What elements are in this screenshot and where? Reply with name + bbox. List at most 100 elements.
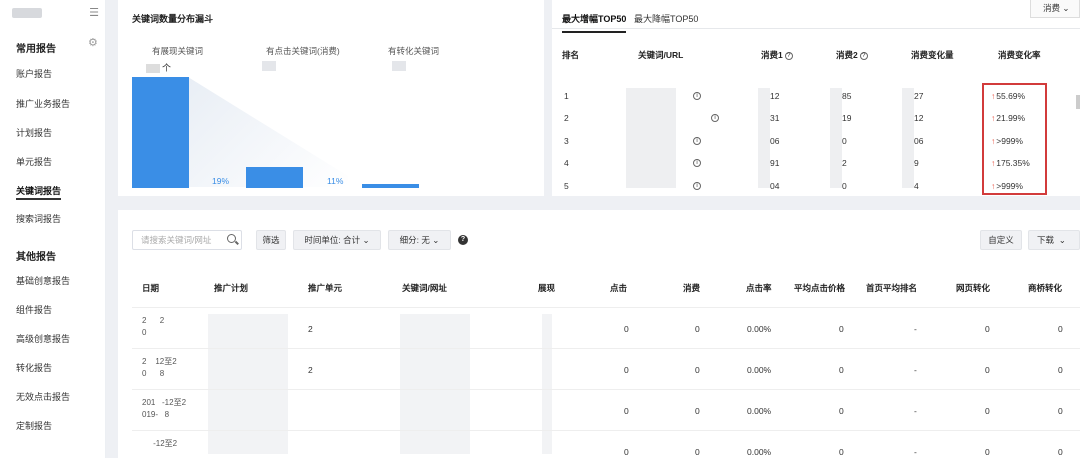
th-cost1: 消费1? — [761, 49, 793, 61]
sidebar-item-component[interactable]: 组件报告 — [16, 303, 52, 316]
web-conversion-cell: 0 — [985, 447, 990, 457]
click-cell: 0 — [624, 324, 629, 334]
sidebar: ☰ 常用报告 ⚙ 账户报告 推广业务报告 计划报告 单元报告 关键词报告 搜索词… — [0, 0, 106, 458]
table-row[interactable]: 2 12至2 0 8 2 0 0 0.00% 0 - 0 0 — [132, 349, 1080, 390]
sidebar-item-conversion[interactable]: 转化报告 — [16, 361, 52, 374]
filter-button[interactable]: 筛选 — [256, 230, 286, 250]
cost-cell: 0 — [695, 365, 700, 375]
breakdown-select[interactable]: 细分: 无 ⌄ — [388, 230, 451, 250]
sidebar-item-custom[interactable]: 定制报告 — [16, 419, 52, 432]
th-keyword: 关键词/网址 — [402, 283, 447, 293]
sidebar-item-unit[interactable]: 单元报告 — [16, 155, 52, 168]
table-row[interactable]: 2 2 0 2 0 0 0.00% 0 - 0 0 — [132, 308, 1080, 349]
info-icon[interactable]: i — [691, 90, 701, 100]
sidebar-item-invalid-click[interactable]: 无效点击报告 — [16, 390, 70, 403]
delta-cell: 12 — [914, 113, 924, 123]
funnel-bar-impression — [132, 77, 189, 188]
delta-cell: 27 — [914, 91, 924, 101]
funnel-pct-click: 19% — [212, 176, 230, 186]
logo — [12, 8, 42, 18]
scrollbar[interactable] — [1076, 95, 1080, 109]
rank-cell: 4 — [564, 158, 569, 168]
th-rank: 排名 — [562, 50, 580, 60]
top50-panel: 最大增幅TOP50 最大降幅TOP50 消费 ⌄ 排名 关键词/URL 消费1?… — [552, 0, 1080, 196]
info-icon[interactable]: i — [691, 157, 701, 167]
rank-cell: 1 — [564, 91, 569, 101]
cost-cell: 0 — [695, 324, 700, 334]
sidebar-item-plan[interactable]: 计划报告 — [16, 126, 52, 139]
cost2-cell: 85 — [842, 91, 852, 101]
search-icon[interactable] — [227, 234, 236, 243]
sidebar-item-search-term[interactable]: 搜索词报告 — [16, 212, 61, 225]
download-button[interactable]: 下载 ⌄ — [1028, 230, 1080, 250]
info-icon[interactable]: ? — [859, 51, 868, 60]
ctr-cell: 0.00% — [747, 406, 772, 416]
th-cost-delta: 消费变化量 — [911, 50, 954, 60]
table-row[interactable]: 201 -12至2 019- 8 0 0 0.00% 0 - 0 0 — [132, 390, 1080, 431]
funnel-label-impression: 有展现关键词 — [152, 46, 204, 56]
metric-select[interactable]: 消费 ⌄ — [1030, 0, 1080, 18]
custom-columns-button[interactable]: 自定义 — [980, 230, 1022, 250]
click-cell: 0 — [624, 406, 629, 416]
ctr-cell: 0.00% — [747, 365, 772, 375]
th-avg-cpc: 平均点击价格 — [794, 283, 846, 293]
sidebar-item-keyword[interactable]: 关键词报告 — [16, 184, 62, 200]
tab-top-decrease[interactable]: 最大降幅TOP50 — [634, 12, 698, 25]
cost-cell: 0 — [695, 406, 700, 416]
table-header: 日期 推广计划 推广单元 关键词/网址 展现 点击 消费 点击率 平均点击价格 … — [132, 264, 1080, 308]
info-icon[interactable]: ? — [784, 51, 793, 60]
cost2-cell: 0 — [842, 136, 847, 146]
info-icon[interactable]: i — [691, 135, 701, 145]
funnel-label-conversion: 有转化关键词 — [388, 46, 440, 56]
delta-cell: 9 — [914, 158, 919, 168]
unit-cell: 2 — [308, 365, 313, 375]
funnel-bar-conversion — [362, 184, 419, 188]
funnel-count-conversion-redacted — [392, 61, 406, 71]
bridge-conversion-cell: 0 — [1058, 406, 1063, 416]
time-unit-select[interactable]: 时间单位: 合计 ⌄ — [293, 230, 381, 250]
tab-top-increase[interactable]: 最大增幅TOP50 — [562, 12, 627, 33]
th-impressions: 展现 — [538, 283, 556, 293]
cpc-cell: 0 — [839, 324, 844, 334]
collapse-menu-icon[interactable]: ☰ — [88, 7, 100, 19]
cost2-redacted — [830, 88, 842, 188]
bridge-conversion-cell: 0 — [1058, 365, 1063, 375]
section-common-reports: 常用报告 — [16, 44, 56, 55]
cpc-cell: 0 — [839, 406, 844, 416]
sidebar-item-basic-creative[interactable]: 基础创意报告 — [16, 274, 70, 287]
keyword-report-table-panel: 筛选 时间单位: 合计 ⌄ 细分: 无 ⌄ ? 自定义 下载 ⌄ 日期 推广计划… — [118, 210, 1080, 458]
th-cost: 消费 — [683, 283, 701, 293]
cost-cell: 0 — [695, 447, 700, 457]
rate-highlight-box — [982, 83, 1047, 195]
info-icon[interactable]: i — [691, 180, 701, 190]
sidebar-item-promotion[interactable]: 推广业务报告 — [16, 97, 70, 110]
cost2-cell: 0 — [842, 181, 847, 191]
cost1-cell: 06 — [770, 136, 780, 146]
search-box[interactable] — [132, 230, 242, 250]
click-cell: 0 — [624, 365, 629, 375]
keyword-funnel-panel: 关键词数量分布漏斗 有展现关键词 有点击关键词(消费) 有转化关键词 个 19%… — [118, 0, 544, 196]
help-icon[interactable]: ? — [458, 235, 468, 245]
rank-cell: - — [914, 324, 917, 334]
search-input[interactable] — [133, 231, 223, 249]
delta-cell: 06 — [914, 136, 924, 146]
rank-cell: 3 — [564, 136, 569, 146]
cost1-cell: 91 — [770, 158, 780, 168]
th-keyword-url: 关键词/URL — [638, 50, 684, 60]
cpc-cell: 0 — [839, 365, 844, 375]
table-row[interactable]: -12至2 0 0 0.00% 0 - 0 0 — [132, 431, 1080, 458]
tabs-divider — [552, 28, 1080, 29]
th-avg-rank: 首页平均排名 — [866, 283, 918, 293]
gear-icon[interactable]: ⚙ — [88, 38, 99, 49]
info-icon[interactable]: i — [709, 112, 719, 122]
cost1-cell: 04 — [770, 181, 780, 191]
sidebar-item-advanced-creative[interactable]: 高级创意报告 — [16, 332, 70, 345]
rank-cell: 5 — [564, 181, 569, 191]
bridge-conversion-cell: 0 — [1058, 447, 1063, 457]
th-web-conversion: 网页转化 — [956, 283, 991, 293]
sidebar-item-account[interactable]: 账户报告 — [16, 67, 52, 80]
rank-cell: - — [914, 447, 917, 457]
keyword-redacted — [626, 88, 676, 188]
bridge-conversion-cell: 0 — [1058, 324, 1063, 334]
cost1-cell: 31 — [770, 113, 780, 123]
